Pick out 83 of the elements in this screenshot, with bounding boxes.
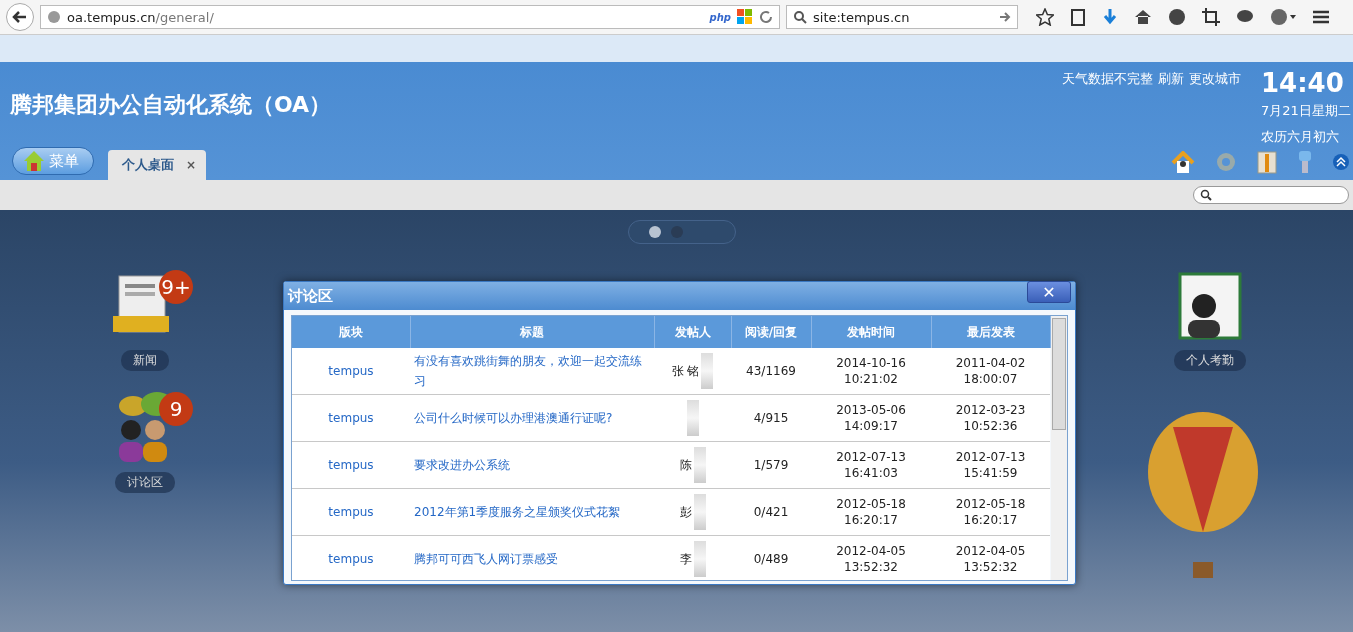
- column-header[interactable]: 标题: [410, 316, 654, 348]
- house-icon: [23, 150, 45, 172]
- weather-link[interactable]: 刷新: [1158, 70, 1184, 88]
- posted-time-cell: 2012-04-05 13:52:32: [811, 535, 931, 580]
- windows-logo-icon: [737, 9, 753, 25]
- board-link[interactable]: tempus: [328, 364, 374, 378]
- app-title: 腾邦集团办公自动化系统（OA）: [10, 91, 332, 119]
- weather-status: 天气数据不完整: [1062, 70, 1153, 88]
- last-post-cell: 2012-03-23 10:52:36: [931, 394, 1050, 442]
- weather-link[interactable]: 更改城市: [1189, 70, 1241, 88]
- house-person-icon[interactable]: [1171, 151, 1195, 173]
- post-title-link[interactable]: 2012年第1季度服务之星颁奖仪式花絮: [414, 502, 650, 522]
- close-icon[interactable]: ×: [186, 158, 197, 172]
- search-field[interactable]: site:tempus.cn: [786, 5, 1018, 29]
- column-header[interactable]: 阅读/回复: [731, 316, 811, 348]
- blur-mask: [701, 353, 714, 389]
- calendar-person-icon: [1178, 272, 1242, 340]
- back-button[interactable]: [6, 3, 34, 31]
- column-header[interactable]: 最后发表: [931, 316, 1050, 348]
- url-text: oa.tempus.cn/general/: [67, 9, 215, 25]
- count-badge: 9: [159, 392, 193, 426]
- reload-icon[interactable]: [759, 10, 773, 24]
- counts-cell: 1/579: [731, 441, 811, 489]
- star-icon[interactable]: [1036, 8, 1054, 26]
- page-dot[interactable]: [649, 226, 661, 238]
- last-post-cell: 2012-05-18 16:20:17: [931, 488, 1050, 536]
- back-arrow-icon: [12, 9, 28, 25]
- close-button[interactable]: ✕: [1027, 281, 1071, 303]
- board-link[interactable]: tempus: [328, 552, 374, 566]
- arrow-icon[interactable]: [999, 11, 1011, 23]
- counts-cell: 4/915: [731, 394, 811, 442]
- column-header[interactable]: 发帖时间: [811, 316, 931, 348]
- desktop-icon-label[interactable]: 新闻: [121, 350, 169, 371]
- posted-time-cell: 2014-10-16 10:21:02: [811, 348, 931, 395]
- desktop-icon-label[interactable]: 个人考勤: [1174, 350, 1246, 371]
- board-link[interactable]: tempus: [328, 505, 374, 519]
- home-icon[interactable]: [1134, 9, 1152, 25]
- counts-cell: 43/1169: [731, 348, 811, 395]
- clipboard-tie-icon[interactable]: [1257, 150, 1277, 174]
- counts-cell: 0/489: [731, 535, 811, 580]
- posted-time-cell: 2012-05-18 16:20:17: [811, 488, 931, 536]
- post-title-link[interactable]: 要求改进办公系统: [414, 455, 650, 475]
- clock-time: 14:40: [1261, 68, 1345, 98]
- blur-mask: [693, 494, 706, 530]
- poster-name: 陈: [679, 457, 692, 473]
- column-header[interactable]: 发帖人: [654, 316, 731, 348]
- scrollbar[interactable]: [1050, 316, 1067, 580]
- search-icon: [1200, 189, 1212, 201]
- counts-cell: 0/421: [731, 488, 811, 536]
- board-link[interactable]: tempus: [328, 458, 374, 472]
- posted-time-cell: 2012-07-13 16:41:03: [811, 441, 931, 489]
- post-title-link[interactable]: 腾邦可可西飞人网订票感受: [414, 549, 650, 569]
- crop-icon[interactable]: [1202, 8, 1220, 26]
- search-icon: [793, 10, 807, 24]
- post-title-link[interactable]: 有没有喜欢跳街舞的朋友，欢迎一起交流练习: [414, 351, 650, 391]
- blur-mask: [693, 447, 706, 483]
- download-icon[interactable]: [1102, 8, 1118, 26]
- desktop-icon-label[interactable]: 讨论区: [115, 472, 175, 493]
- blur-mask: [693, 541, 706, 577]
- collapse-icon[interactable]: [1333, 153, 1349, 171]
- last-post-cell: 2012-04-05 13:52:32: [931, 535, 1050, 580]
- poster-name: 李: [679, 551, 692, 567]
- php-text: php: [709, 11, 731, 23]
- last-post-cell: 2011-04-02 18:00:07: [931, 348, 1050, 395]
- last-post-cell: 2012-07-13 15:41:59: [931, 441, 1050, 489]
- lunar-date: 农历六月初六: [1261, 128, 1340, 146]
- count-badge: 9+: [159, 270, 193, 304]
- board-link[interactable]: tempus: [328, 411, 374, 425]
- blur-mask: [686, 400, 699, 436]
- dialog-title: 讨论区: [288, 286, 333, 306]
- poster-name: 张 铭: [671, 363, 700, 379]
- post-title-link[interactable]: 公司什么时候可以办理港澳通行证呢?: [414, 408, 650, 428]
- poster-name: 彭: [679, 504, 692, 520]
- desktop-tab[interactable]: 个人桌面 ×: [108, 150, 207, 180]
- quick-search-field[interactable]: [1193, 186, 1349, 204]
- posted-time-cell: 2013-05-06 14:09:17: [811, 394, 931, 442]
- chat-icon[interactable]: [1236, 9, 1254, 25]
- clipboard-icon[interactable]: [1070, 8, 1086, 26]
- menu-icon[interactable]: [1312, 9, 1330, 25]
- globe-menu-icon[interactable]: [1270, 8, 1296, 26]
- address-bar[interactable]: oa.tempus.cn/general/ php: [40, 5, 780, 29]
- column-header[interactable]: 版块: [292, 316, 410, 348]
- clock-date: 7月21日星期二: [1261, 102, 1352, 120]
